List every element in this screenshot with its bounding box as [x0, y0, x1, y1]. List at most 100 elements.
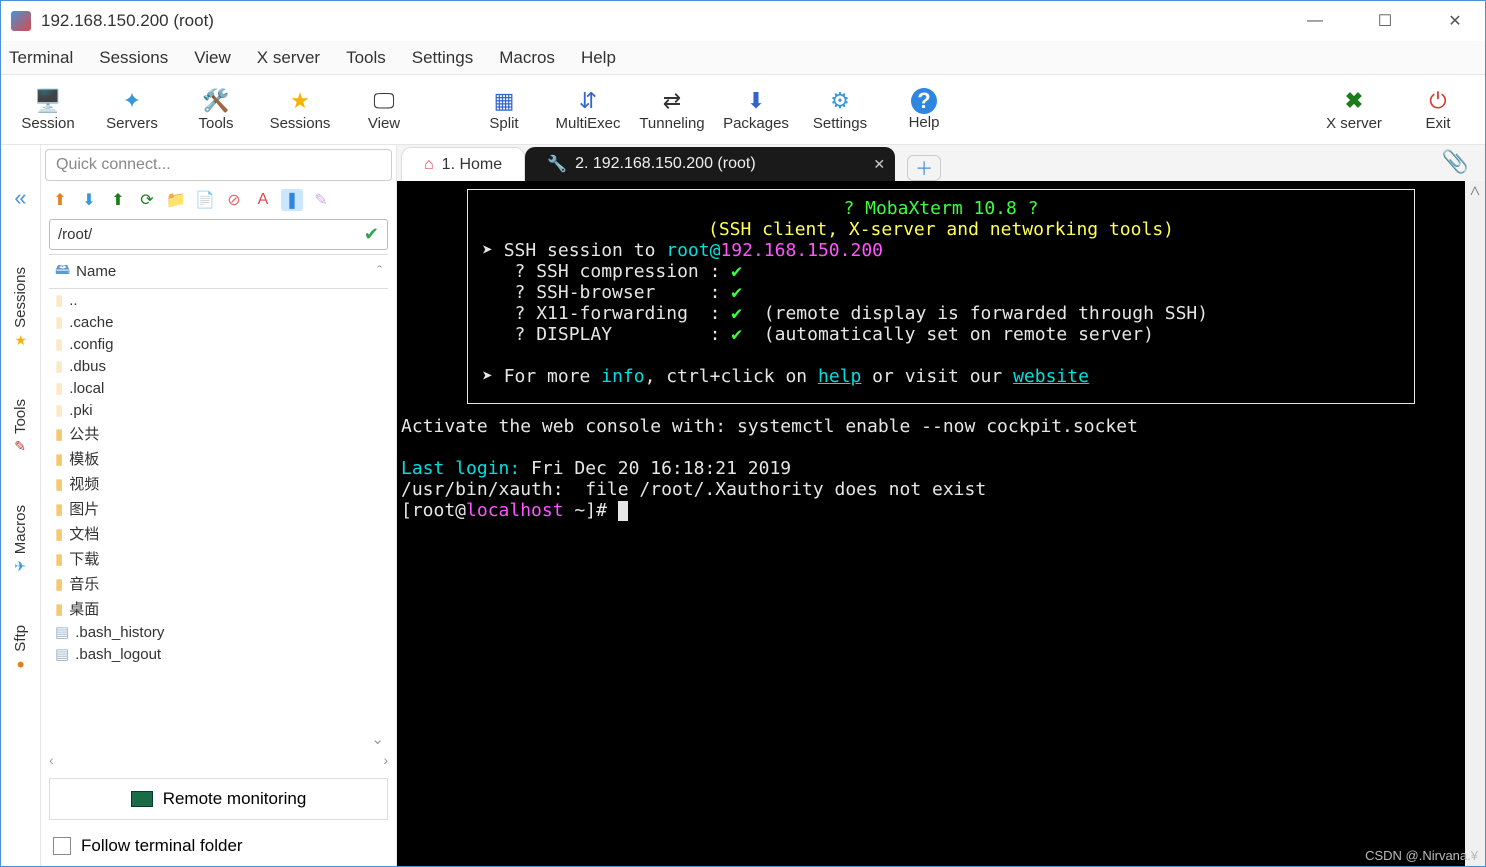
delete-icon[interactable]: ⊘	[223, 189, 245, 211]
download-icon[interactable]: ⬇	[78, 189, 100, 211]
attach-icon[interactable]: 📎	[1442, 149, 1469, 175]
tb-settings[interactable]: ⚙Settings	[801, 79, 879, 141]
folder-icon: ▮	[55, 600, 63, 618]
list-item[interactable]: ▮.local	[49, 377, 388, 399]
h-scroll[interactable]: ‹›	[49, 752, 388, 768]
plane-icon: ✈	[15, 558, 27, 575]
terminal[interactable]: ˄ ? MobaXterm 10.8 ? (SSH client, X-serv…	[397, 181, 1485, 866]
tab-home[interactable]: ⌂1. Home	[401, 147, 525, 181]
help-icon: ?	[911, 88, 937, 114]
file-name: .dbus	[69, 358, 106, 375]
vtab-sftp[interactable]: ●Sftp	[12, 625, 29, 672]
close-button[interactable]: ✕	[1435, 6, 1475, 36]
new-file-icon[interactable]: 📄	[194, 189, 216, 211]
list-item[interactable]: ▮ 桌面	[49, 596, 388, 621]
vtab-sessions[interactable]: ★Sessions	[12, 267, 29, 349]
folder-icon: ▮	[55, 475, 63, 493]
new-folder-icon[interactable]: 📁	[165, 189, 187, 211]
menu-xserver[interactable]: X server	[257, 48, 320, 68]
menu-settings[interactable]: Settings	[412, 48, 473, 68]
servers-icon: ✦	[118, 87, 146, 115]
tb-tunneling[interactable]: ⇄Tunneling	[633, 79, 711, 141]
new-tab-button[interactable]: ＋	[907, 155, 941, 181]
list-item[interactable]: ▮ 文档	[49, 521, 388, 546]
path-input[interactable]: /root/✔	[49, 219, 388, 250]
vtab-tools[interactable]: ✎Tools	[12, 399, 29, 455]
menu-help[interactable]: Help	[581, 48, 616, 68]
list-item[interactable]: ▤.bash_history	[49, 621, 388, 643]
list-item[interactable]: ▮.pki	[49, 399, 388, 421]
list-item[interactable]: ▮ 音乐	[49, 571, 388, 596]
scroll-up-icon[interactable]: ˄	[1465, 181, 1485, 202]
tb-servers[interactable]: ✦Servers	[93, 79, 171, 141]
activate-line: Activate the web console with: systemctl…	[401, 416, 1138, 437]
tb-packages[interactable]: ⬇Packages	[717, 79, 795, 141]
list-item[interactable]: ▮.cache	[49, 311, 388, 333]
menu-macros[interactable]: Macros	[499, 48, 555, 68]
list-item[interactable]: ▮..	[49, 289, 388, 311]
vtab-macros[interactable]: ✈Macros	[12, 505, 29, 575]
refresh-icon[interactable]: ⟳	[136, 189, 158, 211]
maximize-button[interactable]: ☐	[1365, 6, 1405, 36]
file-name: 文档	[69, 523, 99, 544]
file-name: 桌面	[69, 598, 99, 619]
disk-icon: 🖴	[55, 259, 70, 284]
remote-monitoring-button[interactable]: Remote monitoring	[49, 778, 388, 820]
toolbar: 🖥️Session ✦Servers 🛠️Tools ★Sessions 🖵Vi…	[1, 75, 1485, 145]
folder-icon: ▮	[55, 379, 63, 397]
tb-split[interactable]: ▦Split	[465, 79, 543, 141]
file-name: 音乐	[69, 573, 99, 594]
home-icon: ⌂	[424, 156, 434, 174]
tb-session[interactable]: 🖥️Session	[9, 79, 87, 141]
menu-tools[interactable]: Tools	[346, 48, 386, 68]
file-name: 视频	[69, 473, 99, 494]
folder-icon: ▮	[55, 575, 63, 593]
file-name: ..	[69, 292, 77, 309]
up-dir-icon[interactable]: ⬆	[49, 189, 71, 211]
tb-tools[interactable]: 🛠️Tools	[177, 79, 255, 141]
list-item[interactable]: ▮图片	[49, 496, 388, 521]
tb-exit[interactable]: ⏻Exit	[1399, 79, 1477, 141]
list-item[interactable]: ▮.config	[49, 333, 388, 355]
close-tab-icon[interactable]: ✕	[873, 156, 885, 173]
tb-multiexec[interactable]: ⇵MultiExec	[549, 79, 627, 141]
list-item[interactable]: ▮模板	[49, 446, 388, 471]
globe-icon: ●	[16, 656, 24, 672]
bookmark-icon[interactable]: ❚	[281, 189, 303, 211]
tb-help[interactable]: ?Help	[885, 79, 963, 141]
collapse-sidebar-icon[interactable]: «	[14, 185, 26, 211]
checkbox-icon[interactable]	[53, 837, 71, 855]
tb-view[interactable]: 🖵View	[345, 79, 423, 141]
menu-view[interactable]: View	[194, 48, 231, 68]
tab-ssh[interactable]: 🔧2. 192.168.150.200 (root)✕	[525, 147, 895, 181]
wand-icon[interactable]: ✎	[310, 189, 332, 211]
minimize-button[interactable]: —	[1295, 6, 1335, 36]
folder-icon: ▮	[55, 291, 63, 309]
tb-xserver[interactable]: ✖X server	[1315, 79, 1393, 141]
list-item[interactable]: ▤.bash_logout	[49, 643, 388, 665]
tb-sessions[interactable]: ★Sessions	[261, 79, 339, 141]
folder-icon: ▮	[55, 525, 63, 543]
chevron-up-icon[interactable]: ˆ	[377, 263, 382, 280]
follow-terminal-checkbox[interactable]: Follow terminal folder	[53, 836, 384, 856]
rename-icon[interactable]: A	[252, 189, 274, 211]
chevron-down-icon[interactable]: ⌄	[371, 730, 384, 748]
exit-icon: ⏻	[1424, 87, 1452, 115]
scroll-right-icon[interactable]: ›	[383, 752, 388, 768]
upload-icon[interactable]: ⬆	[107, 189, 129, 211]
scroll-left-icon[interactable]: ‹	[49, 752, 54, 768]
list-item[interactable]: ▮ 视频	[49, 471, 388, 496]
plus-icon: ＋	[915, 155, 933, 181]
workarea: « ★Sessions ✎Tools ✈Macros ●Sftp Quick c…	[1, 145, 1485, 866]
quick-connect-input[interactable]: Quick connect...	[45, 149, 392, 181]
scrollbar[interactable]: ˄	[1465, 181, 1485, 866]
menu-sessions[interactable]: Sessions	[99, 48, 168, 68]
key-icon: 🔧	[547, 154, 567, 174]
list-item[interactable]: ▮.dbus	[49, 355, 388, 377]
file-icon: ▤	[55, 623, 69, 641]
list-item[interactable]: ▮公共	[49, 421, 388, 446]
list-item[interactable]: ▮下载	[49, 546, 388, 571]
folder-icon: ▮	[55, 450, 63, 468]
menu-terminal[interactable]: Terminal	[9, 48, 73, 68]
file-header[interactable]: 🖴Nameˆ	[49, 254, 388, 289]
